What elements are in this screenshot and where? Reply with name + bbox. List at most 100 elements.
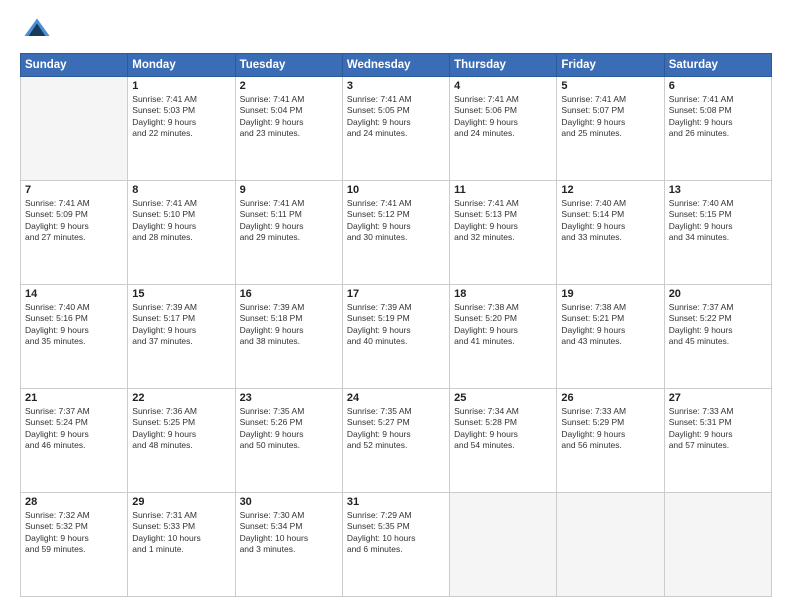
day-cell: 18 Sunrise: 7:38 AM Sunset: 5:20 PM Dayli… xyxy=(450,285,557,389)
day-number: 16 xyxy=(240,288,338,300)
week-row-1: 7 Sunrise: 7:41 AM Sunset: 5:09 PM Daylig… xyxy=(21,181,772,285)
day-content: Sunrise: 7:37 AM Sunset: 5:24 PM Dayligh… xyxy=(25,406,123,452)
day-content: Sunrise: 7:41 AM Sunset: 5:12 PM Dayligh… xyxy=(347,198,445,244)
day-cell: 12 Sunrise: 7:40 AM Sunset: 5:14 PM Dayli… xyxy=(557,181,664,285)
day-content: Sunrise: 7:40 AM Sunset: 5:16 PM Dayligh… xyxy=(25,302,123,348)
day-cell: 1 Sunrise: 7:41 AM Sunset: 5:03 PM Daylig… xyxy=(128,77,235,181)
day-content: Sunrise: 7:35 AM Sunset: 5:27 PM Dayligh… xyxy=(347,406,445,452)
week-row-3: 21Sunrise: 7:37 AM Sunset: 5:24 PM Dayli… xyxy=(21,389,772,493)
day-cell: 8 Sunrise: 7:41 AM Sunset: 5:10 PM Daylig… xyxy=(128,181,235,285)
day-cell: 24 Sunrise: 7:35 AM Sunset: 5:27 PM Dayli… xyxy=(342,389,449,493)
day-number: 5 xyxy=(561,80,659,92)
day-number: 8 xyxy=(132,184,230,196)
day-content: Sunrise: 7:40 AM Sunset: 5:14 PM Dayligh… xyxy=(561,198,659,244)
day-content: Sunrise: 7:35 AM Sunset: 5:26 PM Dayligh… xyxy=(240,406,338,452)
day-cell xyxy=(557,493,664,597)
day-number: 13 xyxy=(669,184,767,196)
day-cell: 10 Sunrise: 7:41 AM Sunset: 5:12 PM Dayli… xyxy=(342,181,449,285)
day-cell: 27 Sunrise: 7:33 AM Sunset: 5:31 PM Dayli… xyxy=(664,389,771,493)
day-content: Sunrise: 7:34 AM Sunset: 5:28 PM Dayligh… xyxy=(454,406,552,452)
day-cell: 25 Sunrise: 7:34 AM Sunset: 5:28 PM Dayli… xyxy=(450,389,557,493)
day-cell xyxy=(21,77,128,181)
day-content: Sunrise: 7:41 AM Sunset: 5:13 PM Dayligh… xyxy=(454,198,552,244)
header-cell-thursday: Thursday xyxy=(450,54,557,77)
day-number: 9 xyxy=(240,184,338,196)
day-content: Sunrise: 7:33 AM Sunset: 5:29 PM Dayligh… xyxy=(561,406,659,452)
header-cell-sunday: Sunday xyxy=(21,54,128,77)
header-cell-wednesday: Wednesday xyxy=(342,54,449,77)
day-content: Sunrise: 7:39 AM Sunset: 5:17 PM Dayligh… xyxy=(132,302,230,348)
day-content: Sunrise: 7:40 AM Sunset: 5:15 PM Dayligh… xyxy=(669,198,767,244)
day-content: Sunrise: 7:41 AM Sunset: 5:11 PM Dayligh… xyxy=(240,198,338,244)
day-content: Sunrise: 7:36 AM Sunset: 5:25 PM Dayligh… xyxy=(132,406,230,452)
page: SundayMondayTuesdayWednesdayThursdayFrid… xyxy=(0,0,792,612)
day-content: Sunrise: 7:41 AM Sunset: 5:05 PM Dayligh… xyxy=(347,94,445,140)
day-cell: 11 Sunrise: 7:41 AM Sunset: 5:13 PM Dayli… xyxy=(450,181,557,285)
day-cell: 3 Sunrise: 7:41 AM Sunset: 5:05 PM Daylig… xyxy=(342,77,449,181)
day-cell: 13 Sunrise: 7:40 AM Sunset: 5:15 PM Dayli… xyxy=(664,181,771,285)
day-cell: 6 Sunrise: 7:41 AM Sunset: 5:08 PM Daylig… xyxy=(664,77,771,181)
calendar-table: SundayMondayTuesdayWednesdayThursdayFrid… xyxy=(20,53,772,597)
day-cell: 14 Sunrise: 7:40 AM Sunset: 5:16 PM Dayli… xyxy=(21,285,128,389)
day-content: Sunrise: 7:41 AM Sunset: 5:04 PM Dayligh… xyxy=(240,94,338,140)
header-cell-saturday: Saturday xyxy=(664,54,771,77)
day-number: 20 xyxy=(669,288,767,300)
day-content: Sunrise: 7:41 AM Sunset: 5:07 PM Dayligh… xyxy=(561,94,659,140)
day-number: 4 xyxy=(454,80,552,92)
header-cell-friday: Friday xyxy=(557,54,664,77)
day-number: 28 xyxy=(25,496,123,508)
day-number: 12 xyxy=(561,184,659,196)
header-cell-tuesday: Tuesday xyxy=(235,54,342,77)
day-cell: 29Sunrise: 7:31 AM Sunset: 5:33 PM Dayli… xyxy=(128,493,235,597)
day-number: 24 xyxy=(347,392,445,404)
day-content: Sunrise: 7:33 AM Sunset: 5:31 PM Dayligh… xyxy=(669,406,767,452)
day-content: Sunrise: 7:39 AM Sunset: 5:18 PM Dayligh… xyxy=(240,302,338,348)
day-number: 7 xyxy=(25,184,123,196)
day-cell xyxy=(664,493,771,597)
day-cell: 16 Sunrise: 7:39 AM Sunset: 5:18 PM Dayli… xyxy=(235,285,342,389)
day-cell: 28Sunrise: 7:32 AM Sunset: 5:32 PM Dayli… xyxy=(21,493,128,597)
day-number: 29 xyxy=(132,496,230,508)
day-cell: 7 Sunrise: 7:41 AM Sunset: 5:09 PM Daylig… xyxy=(21,181,128,285)
day-cell: 20 Sunrise: 7:37 AM Sunset: 5:22 PM Dayli… xyxy=(664,285,771,389)
day-cell: 15 Sunrise: 7:39 AM Sunset: 5:17 PM Dayli… xyxy=(128,285,235,389)
day-number: 14 xyxy=(25,288,123,300)
day-number: 22 xyxy=(132,392,230,404)
day-number: 30 xyxy=(240,496,338,508)
day-cell: 22 Sunrise: 7:36 AM Sunset: 5:25 PM Dayli… xyxy=(128,389,235,493)
day-content: Sunrise: 7:38 AM Sunset: 5:21 PM Dayligh… xyxy=(561,302,659,348)
day-number: 3 xyxy=(347,80,445,92)
header-cell-monday: Monday xyxy=(128,54,235,77)
day-content: Sunrise: 7:41 AM Sunset: 5:09 PM Dayligh… xyxy=(25,198,123,244)
day-cell: 30 Sunrise: 7:30 AM Sunset: 5:34 PM Dayli… xyxy=(235,493,342,597)
day-content: Sunrise: 7:41 AM Sunset: 5:06 PM Dayligh… xyxy=(454,94,552,140)
day-number: 1 xyxy=(132,80,230,92)
day-number: 10 xyxy=(347,184,445,196)
day-cell: 26 Sunrise: 7:33 AM Sunset: 5:29 PM Dayli… xyxy=(557,389,664,493)
day-number: 11 xyxy=(454,184,552,196)
day-content: Sunrise: 7:41 AM Sunset: 5:08 PM Dayligh… xyxy=(669,94,767,140)
day-cell: 21Sunrise: 7:37 AM Sunset: 5:24 PM Dayli… xyxy=(21,389,128,493)
day-number: 23 xyxy=(240,392,338,404)
day-cell: 31Sunrise: 7:29 AM Sunset: 5:35 PM Dayli… xyxy=(342,493,449,597)
week-row-4: 28Sunrise: 7:32 AM Sunset: 5:32 PM Dayli… xyxy=(21,493,772,597)
day-number: 26 xyxy=(561,392,659,404)
day-cell: 9 Sunrise: 7:41 AM Sunset: 5:11 PM Daylig… xyxy=(235,181,342,285)
day-content: Sunrise: 7:39 AM Sunset: 5:19 PM Dayligh… xyxy=(347,302,445,348)
day-number: 25 xyxy=(454,392,552,404)
day-number: 31 xyxy=(347,496,445,508)
day-number: 2 xyxy=(240,80,338,92)
day-cell: 4 Sunrise: 7:41 AM Sunset: 5:06 PM Daylig… xyxy=(450,77,557,181)
day-number: 18 xyxy=(454,288,552,300)
week-row-2: 14 Sunrise: 7:40 AM Sunset: 5:16 PM Dayli… xyxy=(21,285,772,389)
day-content: Sunrise: 7:38 AM Sunset: 5:20 PM Dayligh… xyxy=(454,302,552,348)
day-content: Sunrise: 7:41 AM Sunset: 5:10 PM Dayligh… xyxy=(132,198,230,244)
day-number: 27 xyxy=(669,392,767,404)
day-number: 6 xyxy=(669,80,767,92)
day-content: Sunrise: 7:37 AM Sunset: 5:22 PM Dayligh… xyxy=(669,302,767,348)
day-number: 15 xyxy=(132,288,230,300)
day-number: 19 xyxy=(561,288,659,300)
day-number: 17 xyxy=(347,288,445,300)
day-content: Sunrise: 7:30 AM Sunset: 5:34 PM Dayligh… xyxy=(240,510,338,556)
day-content: Sunrise: 7:41 AM Sunset: 5:03 PM Dayligh… xyxy=(132,94,230,140)
